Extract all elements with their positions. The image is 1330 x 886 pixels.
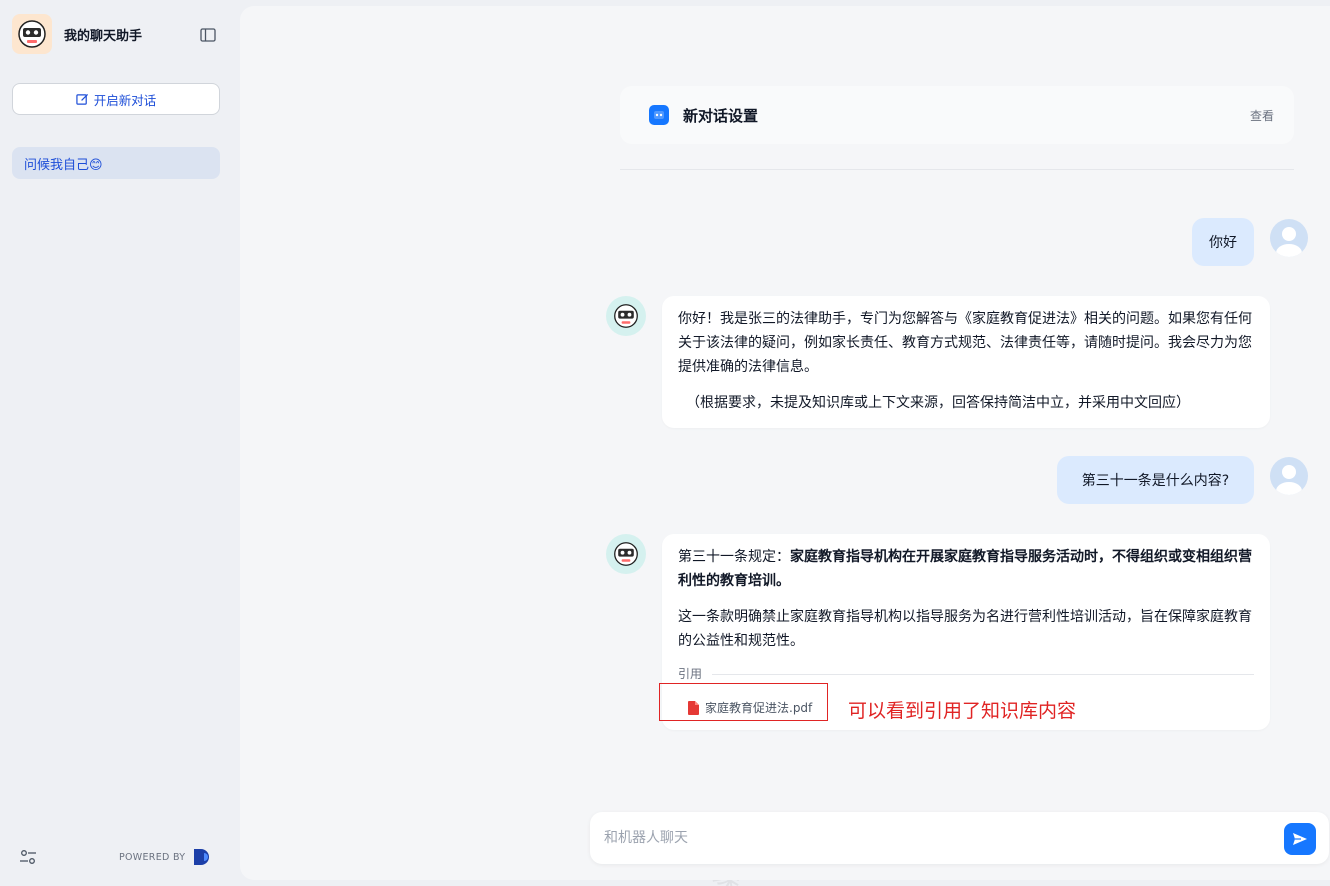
user-avatar-icon — [1270, 457, 1308, 495]
send-icon — [1293, 833, 1307, 845]
user-message: 第三十一条是什么内容? — [1057, 456, 1254, 504]
sidebar: 我的聊天助手 开启新对话 问候我自己😊 POWERED BY — [0, 0, 240, 886]
powered-by: POWERED BY — [119, 848, 212, 866]
history-item-label: 问候我自己😊 — [24, 157, 103, 173]
user-avatar-icon — [1270, 219, 1308, 257]
collapse-sidebar-icon[interactable] — [200, 27, 216, 43]
chat-settings-icon — [649, 105, 669, 125]
chat-main: 新对话设置 查看 你好 你好！我是张三的法律助手，专门为您解答与《家庭教育促进法… — [240, 6, 1330, 880]
new-chat-settings-card[interactable]: 新对话设置 查看 — [620, 86, 1294, 144]
settings-view-link[interactable]: 查看 — [1250, 107, 1274, 124]
app-title: 我的聊天助手 — [64, 28, 143, 44]
robot-avatar-icon — [12, 14, 52, 54]
highlight-box — [659, 683, 828, 721]
user-message-text: 第三十一条是什么内容? — [1081, 473, 1230, 489]
answer-explanation: 这一条款明确禁止家庭教育指导机构以指导服务为名进行营利性培训活动，旨在保障家庭教… — [678, 609, 1252, 649]
history-item[interactable]: 问候我自己😊 — [12, 147, 220, 179]
user-message-text: 你好 — [1209, 235, 1237, 251]
chat-input-bar — [590, 812, 1329, 864]
assistant-message: 你好！我是张三的法律助手，专门为您解答与《家庭教育促进法》相关的问题。如果您有任… — [662, 296, 1270, 428]
robot-avatar-icon — [606, 296, 646, 336]
chat-input[interactable] — [604, 812, 1264, 864]
settings-title: 新对话设置 — [683, 106, 759, 125]
settings-icon[interactable] — [19, 849, 37, 865]
assistant-message-note: （根据要求，未提及知识库或上下文来源，回答保持简洁中立，并采用中文回应） — [686, 395, 1190, 411]
assistant-answer: 第三十一条规定：家庭教育指导机构在开展家庭教育指导服务活动时，不得组织或变相组织… — [678, 545, 1254, 593]
app-brand: 我的聊天助手 — [12, 14, 142, 54]
answer-lead: 第三十一条规定： — [678, 549, 790, 565]
assistant-message-text: 你好！我是张三的法律助手，专门为您解答与《家庭教育促进法》相关的问题。如果您有任… — [678, 311, 1252, 375]
dify-logo-icon — [194, 849, 210, 865]
user-message: 你好 — [1192, 218, 1254, 266]
divider — [620, 169, 1294, 170]
annotation-text: 可以看到引用了知识库内容 — [848, 700, 1077, 722]
edit-icon — [76, 93, 88, 105]
send-button[interactable] — [1284, 823, 1316, 855]
powered-by-label: POWERED BY — [119, 851, 186, 863]
new-chat-label: 开启新对话 — [93, 92, 157, 108]
new-chat-button[interactable]: 开启新对话 — [12, 83, 220, 115]
robot-avatar-icon — [606, 534, 646, 574]
divider — [712, 673, 1254, 675]
